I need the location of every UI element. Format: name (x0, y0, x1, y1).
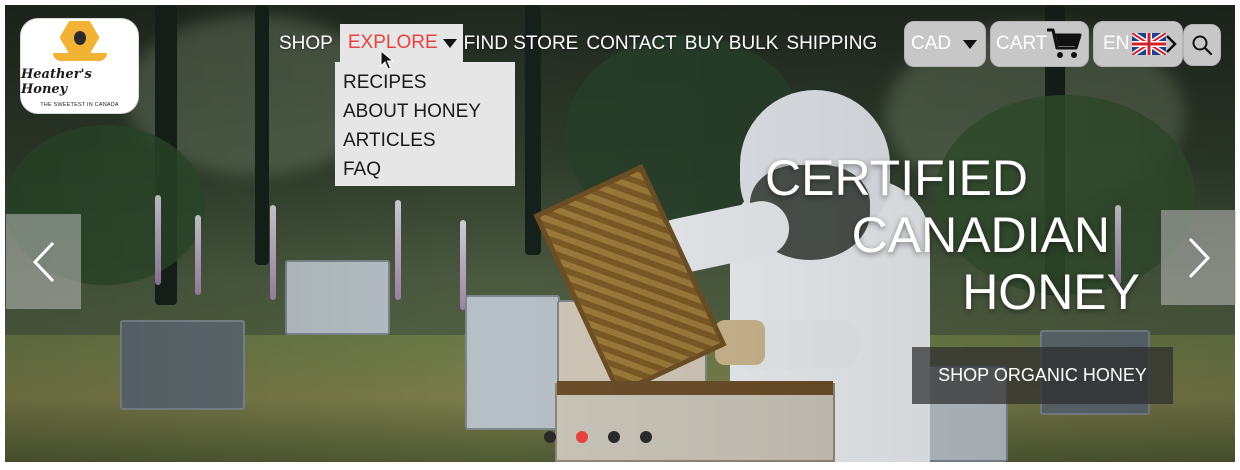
headline-line: CERTIFIED (765, 150, 1028, 206)
carousel-dot-active[interactable] (576, 431, 588, 443)
nav-explore[interactable]: EXPLORE (339, 24, 463, 62)
headline-line: CANADIAN (851, 207, 1110, 263)
bee-icon (73, 30, 86, 45)
menu-item-articles[interactable]: ARTICLES (343, 126, 515, 155)
shop-organic-honey-button[interactable]: SHOP ORGANIC HONEY (912, 347, 1173, 404)
main-nav: SHOP EXPLORE FIND STORE CONTACT BUY BULK… (278, 24, 884, 62)
headline-line: HONEY (962, 264, 1140, 320)
nav-shop[interactable]: SHOP (278, 33, 340, 57)
carousel-indicators (544, 431, 652, 443)
nav-find-store[interactable]: FIND STORE (463, 33, 586, 57)
chevron-right-icon (1188, 237, 1210, 278)
carousel-dot[interactable] (608, 431, 620, 443)
nav-buy-bulk[interactable]: BUY BULK (684, 33, 786, 57)
cart-icon (1047, 28, 1082, 58)
uk-flag-icon (1132, 33, 1166, 55)
carousel-prev-button[interactable] (6, 214, 81, 309)
menu-item-about-honey[interactable]: ABOUT HONEY (343, 97, 515, 126)
chevron-left-icon (32, 241, 54, 282)
currency-label: CAD (911, 33, 952, 54)
search-button[interactable] (1183, 24, 1221, 66)
carousel-dot[interactable] (640, 431, 652, 443)
currency-selector[interactable]: CAD (904, 21, 986, 67)
cart-button[interactable]: CART (990, 21, 1089, 67)
mouse-pointer-icon (380, 50, 395, 70)
nav-shipping[interactable]: SHIPPING (785, 33, 884, 57)
chevron-right-icon (1166, 35, 1177, 53)
language-selector[interactable]: EN (1093, 21, 1183, 67)
menu-item-recipes[interactable]: RECIPES (343, 68, 515, 97)
caret-down-icon (442, 38, 457, 48)
carousel-next-button[interactable] (1161, 210, 1236, 305)
honeycomb-logo-icon (59, 20, 100, 55)
search-icon (1192, 35, 1213, 56)
carousel-dot[interactable] (544, 431, 556, 443)
nav-contact[interactable]: CONTACT (585, 33, 683, 57)
explore-dropdown: RECIPES ABOUT HONEY ARTICLES FAQ (335, 62, 515, 186)
cart-label: CART (996, 33, 1048, 54)
brand-tagline: THE SWEETEST IN CANADA (40, 101, 119, 108)
caret-down-icon (963, 39, 978, 49)
language-label: EN (1103, 33, 1130, 54)
hero-headline: CERTIFIED CANADIAN HONEY (765, 150, 1140, 321)
brand-name: Heather's Honey (21, 66, 92, 97)
brand-logo[interactable]: Heather's Honey THE SWEETEST IN CANADA (20, 18, 139, 114)
menu-item-faq[interactable]: FAQ (343, 155, 515, 184)
